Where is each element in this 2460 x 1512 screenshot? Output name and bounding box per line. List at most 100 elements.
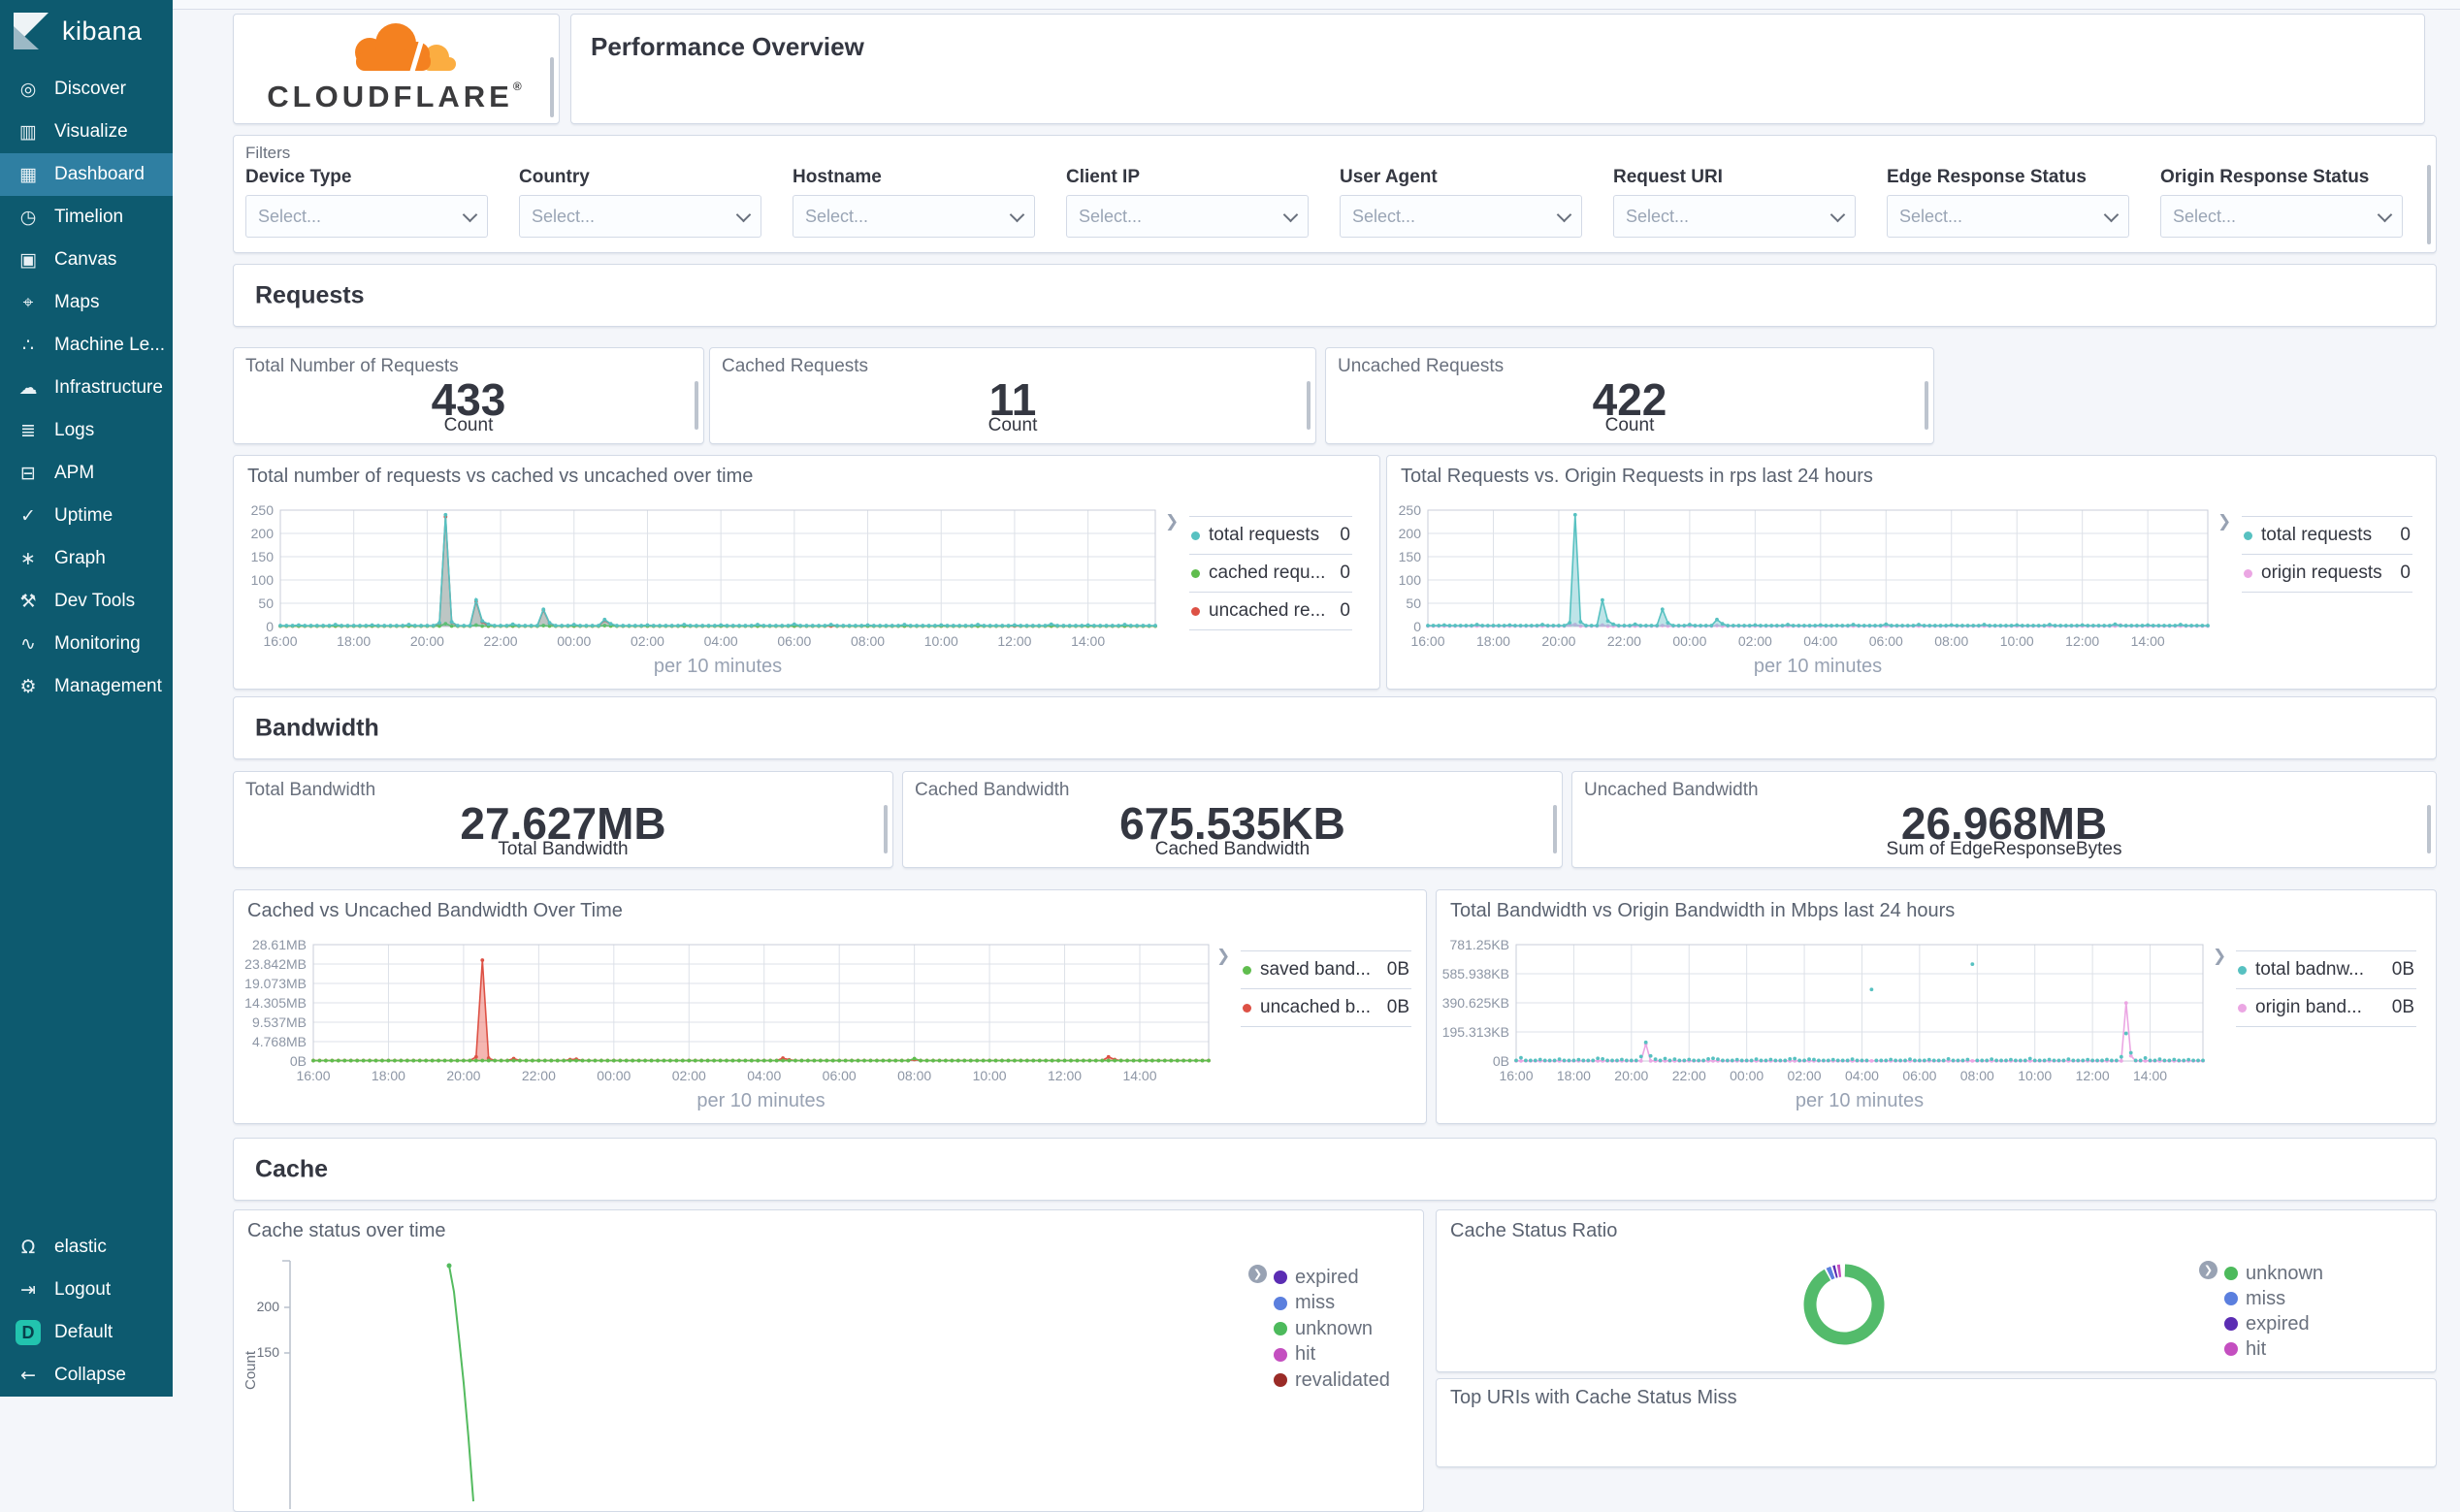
filter-select-origin-response-status[interactable]: Select...	[2160, 195, 2403, 238]
sidebar-item-label: Dashboard	[54, 164, 145, 185]
sidebar-item-monitoring[interactable]: ∿Monitoring	[0, 623, 173, 665]
legend-item-hit[interactable]: hit	[2224, 1336, 2323, 1362]
filter-group-edge-response-status: Edge Response StatusSelect...	[1887, 167, 2129, 238]
svg-text:22:00: 22:00	[484, 633, 518, 649]
legend-item-miss[interactable]: miss	[1274, 1291, 1390, 1317]
svg-text:390.625KB: 390.625KB	[1442, 995, 1509, 1011]
legend-item-total-requests[interactable]: total requests0	[1189, 516, 1352, 554]
svg-text:200: 200	[257, 1299, 280, 1314]
sidebar-item-logs[interactable]: ≣Logs	[0, 409, 173, 452]
panel-scrollbar[interactable]	[1925, 381, 1928, 430]
filter-select-edge-response-status[interactable]: Select...	[1887, 195, 2129, 238]
sidebar-item-visualize[interactable]: ▥Visualize	[0, 111, 173, 153]
panel-scrollbar[interactable]	[695, 381, 698, 430]
svg-text:08:00: 08:00	[851, 633, 885, 649]
legend-value: 0B	[2384, 997, 2414, 1018]
svg-text:16:00: 16:00	[1499, 1068, 1533, 1083]
legend-chev[interactable]: ❯	[1165, 512, 1179, 531]
sidebar-item-uptime[interactable]: ✓Uptime	[0, 495, 173, 537]
legend-item-expired[interactable]: expired	[1274, 1265, 1390, 1291]
section-title-cache: Cache	[255, 1155, 328, 1183]
legend-item-expired[interactable]: expired	[2224, 1311, 2323, 1336]
svg-text:10:00: 10:00	[2018, 1068, 2052, 1083]
filter-select-hostname[interactable]: Select...	[793, 195, 1035, 238]
y-axis-label: Count	[243, 1350, 259, 1390]
svg-text:04:00: 04:00	[704, 633, 738, 649]
visualize-icon: ▥	[16, 121, 41, 143]
svg-text:00:00: 00:00	[1672, 633, 1706, 649]
legend-color-dot	[2224, 1342, 2238, 1356]
legend-value: 0	[1332, 525, 1350, 546]
sidebar-footer-collapse[interactable]: ←Collapse	[0, 1354, 173, 1397]
sidebar-item-dev-tools[interactable]: ⚒Dev Tools	[0, 580, 173, 623]
panel-scrollbar[interactable]	[1307, 381, 1311, 430]
sidebar-footer-elastic[interactable]: Ωelastic	[0, 1226, 173, 1269]
svg-text:22:00: 22:00	[1607, 633, 1641, 649]
svg-text:06:00: 06:00	[777, 633, 811, 649]
chart-plot[interactable]: 200150Count	[234, 1210, 1421, 1509]
legend-item-miss[interactable]: miss	[2224, 1286, 2323, 1311]
panel-scrollbar[interactable]	[550, 57, 554, 117]
legend-item-uncached-re[interactable]: uncached re...0	[1189, 592, 1352, 630]
svg-text:22:00: 22:00	[1672, 1068, 1706, 1083]
legend-label: uncached re...	[1209, 600, 1325, 622]
sidebar-item-management[interactable]: ⚙Management	[0, 665, 173, 708]
series-total-requests	[1426, 513, 2210, 627]
legend-value: 0	[1332, 563, 1350, 584]
legend-item-saved-band[interactable]: saved band...0B	[1241, 950, 1411, 988]
legend-item-cached-requ[interactable]: cached requ...0	[1189, 554, 1352, 592]
svg-text:250: 250	[1399, 502, 1422, 518]
legend-item-unknown[interactable]: unknown	[2224, 1261, 2323, 1286]
filter-select-client-ip[interactable]: Select...	[1066, 195, 1309, 238]
legend-chev[interactable]: ❯	[1216, 947, 1230, 966]
legend-collapse-icon[interactable]: ❯	[2199, 1261, 2217, 1279]
sidebar-item-infrastructure[interactable]: ☁Infrastructure	[0, 367, 173, 409]
sidebar-item-timelion[interactable]: ◷Timelion	[0, 196, 173, 239]
svg-text:19.073MB: 19.073MB	[244, 976, 307, 991]
sidebar-item-apm[interactable]: ⊟APM	[0, 452, 173, 495]
page-title: Performance Overview	[591, 32, 864, 62]
sidebar-footer-default[interactable]: DDefault	[0, 1311, 173, 1354]
legend-color-dot	[1243, 966, 1251, 975]
kibana-logo[interactable]: kibana	[0, 0, 173, 62]
sidebar-item-label: Canvas	[54, 249, 116, 271]
title-panel: Performance Overview	[570, 14, 2425, 124]
svg-text:16:00: 16:00	[296, 1068, 330, 1083]
legend-item-unknown[interactable]: unknown	[1274, 1316, 1390, 1342]
bandwidth-section-panel: Bandwidth	[233, 696, 2437, 759]
legend-chev[interactable]: ❯	[2217, 512, 2231, 531]
panel-scrollbar[interactable]	[2427, 165, 2431, 244]
top-strip	[173, 0, 2460, 10]
sidebar-item-machine-le[interactable]: ∴Machine Le...	[0, 324, 173, 367]
filter-select-device-type[interactable]: Select...	[245, 195, 488, 238]
sidebar-item-discover[interactable]: ◎Discover	[0, 68, 173, 111]
legend-item-origin-band[interactable]: origin band...0B	[2236, 988, 2416, 1027]
legend-item-revalidated[interactable]: revalidated	[1274, 1367, 1390, 1394]
filter-select-request-uri[interactable]: Select...	[1613, 195, 1856, 238]
filter-select-user-agent[interactable]: Select...	[1340, 195, 1582, 238]
legend-item-total-badnw[interactable]: total badnw...0B	[2236, 950, 2416, 988]
panel-scrollbar[interactable]	[2427, 805, 2431, 853]
legend-value: 0B	[1379, 997, 1409, 1018]
svg-text:0B: 0B	[1493, 1053, 1509, 1069]
panel-scrollbar[interactable]	[1553, 805, 1557, 853]
sidebar-item-maps[interactable]: ⌖Maps	[0, 281, 173, 324]
panel-scrollbar[interactable]	[884, 805, 888, 853]
legend-color-dot	[2224, 1317, 2238, 1331]
sidebar-footer-logout[interactable]: ⇥Logout	[0, 1269, 173, 1311]
legend-item-total-requests[interactable]: total requests0	[2242, 516, 2412, 554]
sidebar-item-graph[interactable]: ∗Graph	[0, 537, 173, 580]
sidebar-item-canvas[interactable]: ▣Canvas	[0, 239, 173, 281]
svg-text:02:00: 02:00	[672, 1068, 706, 1083]
chevron-down-icon	[463, 207, 478, 222]
legend-chev[interactable]: ❯	[2213, 947, 2226, 966]
legend-collapse-icon[interactable]: ❯	[1248, 1265, 1267, 1283]
filter-label: Origin Response Status	[2160, 167, 2403, 188]
legend-item-origin-requests[interactable]: origin requests0	[2242, 554, 2412, 593]
chart-cached-vs-uncached-bandwidth: Cached vs Uncached Bandwidth Over Time16…	[233, 889, 1427, 1124]
sidebar-item-dashboard[interactable]: ▦Dashboard	[0, 153, 173, 196]
filter-select-country[interactable]: Select...	[519, 195, 761, 238]
legend-item-uncached-b[interactable]: uncached b... 0B	[1241, 988, 1411, 1027]
legend-item-hit[interactable]: hit	[1274, 1342, 1390, 1368]
legend-label: uncached b...	[1260, 997, 1371, 1018]
